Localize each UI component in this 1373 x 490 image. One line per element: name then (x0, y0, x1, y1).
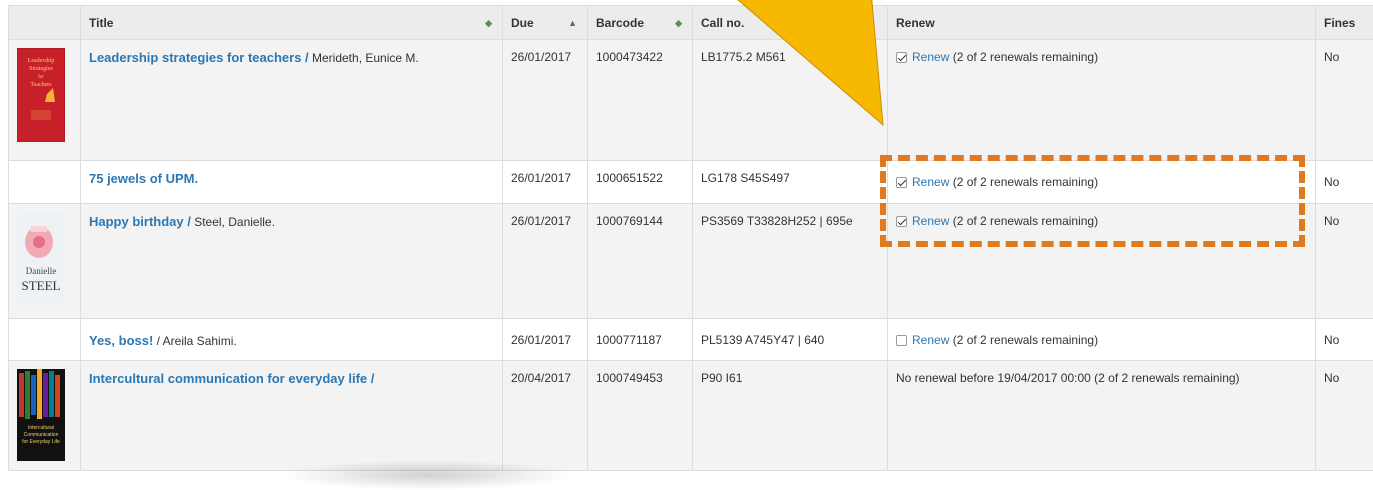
due-cell: 20/04/2017 (503, 361, 588, 471)
title-cell: Happy birthday / Steel, Danielle. (81, 204, 503, 319)
svg-text:Communication: Communication (24, 432, 59, 438)
author-text: Merideth, Eunice M. (312, 51, 419, 65)
due-cell: 26/01/2017 (503, 319, 588, 361)
sort-icon[interactable]: ◆ (485, 18, 492, 29)
barcode-cell: 1000771187 (588, 319, 693, 361)
fines-cell: No (1316, 319, 1373, 361)
barcode-cell: 1000473422 (588, 40, 693, 161)
due-cell: 26/01/2017 (503, 161, 588, 204)
svg-text:Intercultural: Intercultural (28, 425, 54, 431)
renew-checkbox[interactable] (896, 335, 907, 346)
due-cell: 26/01/2017 (503, 40, 588, 161)
svg-text:Teachers: Teachers (30, 82, 52, 88)
title-link[interactable]: Yes, boss! (89, 333, 153, 348)
fines-column-header[interactable]: Fines (1316, 6, 1373, 40)
renew-cell: Renew (2 of 2 renewals remaining) (888, 40, 1316, 161)
svg-text:for: for (38, 75, 44, 80)
book-cover-image[interactable]: Danielle STEEL (17, 212, 65, 304)
callno-cell: P90 I61 (693, 361, 888, 471)
header-row: Title◆ Due▲ Barcode◆ Call no. Renew Fine… (9, 6, 1373, 40)
svg-text:Strategies: Strategies (29, 66, 53, 72)
title-cell: Intercultural communication for everyday… (81, 361, 503, 471)
title-link[interactable]: Leadership strategies for teachers / (89, 50, 309, 65)
fines-cell: No (1316, 40, 1373, 161)
svg-text:for Everyday Life: for Everyday Life (22, 439, 60, 445)
table-row: Leadership Strategies for Teachers Leade… (9, 40, 1373, 161)
book-cover-image[interactable]: Intercultural Communication for Everyday… (17, 369, 65, 461)
due-cell: 26/01/2017 (503, 204, 588, 319)
fines-cell: No (1316, 361, 1373, 471)
author-text: Steel, Danielle. (194, 215, 275, 229)
callout-arrow-icon (695, 0, 895, 130)
barcode-cell: 1000769144 (588, 204, 693, 319)
table-row: Yes, boss! / Areila Sahimi. 26/01/2017 1… (9, 319, 1373, 361)
barcode-column-header[interactable]: Barcode◆ (588, 6, 693, 40)
author-text: / Areila Sahimi. (157, 334, 237, 348)
title-link[interactable]: 75 jewels of UPM. (89, 171, 198, 186)
barcode-cell: 1000651522 (588, 161, 693, 204)
title-link[interactable]: Intercultural communication for everyday… (89, 371, 374, 386)
callno-cell: LG178 S45S497 (693, 161, 888, 204)
title-cell: Leadership strategies for teachers / Mer… (81, 40, 503, 161)
title-cell: Yes, boss! / Areila Sahimi. (81, 319, 503, 361)
svg-text:Leadership: Leadership (28, 58, 55, 64)
book-cover-image[interactable]: Leadership Strategies for Teachers (17, 48, 65, 142)
fines-cell: No (1316, 161, 1373, 204)
cover-cell: Leadership Strategies for Teachers (9, 40, 81, 161)
title-link[interactable]: Happy birthday / (89, 214, 191, 229)
table-row: Intercultural Communication for Everyday… (9, 361, 1373, 471)
renewal-unavailable-note: No renewal before 19/04/2017 00:00 (2 of… (896, 361, 1307, 385)
renew-link[interactable]: Renew (912, 333, 949, 347)
barcode-cell: 1000749453 (588, 361, 693, 471)
renew-cell: Renew (2 of 2 renewals remaining) (888, 319, 1316, 361)
renew-checkbox[interactable] (896, 52, 907, 63)
renewals-remaining: (2 of 2 renewals remaining) (953, 333, 1098, 347)
cover-cell (9, 319, 81, 361)
svg-text:Danielle: Danielle (26, 266, 57, 276)
renewals-remaining: (2 of 2 renewals remaining) (953, 50, 1098, 64)
renew-link[interactable]: Renew (912, 50, 949, 64)
sort-icon[interactable]: ◆ (675, 18, 682, 29)
cover-column-header (9, 6, 81, 40)
cover-cell (9, 161, 81, 204)
renew-highlight-box (880, 155, 1305, 247)
due-column-header[interactable]: Due▲ (503, 6, 588, 40)
renew-column-header[interactable]: Renew (888, 6, 1316, 40)
cover-cell: Intercultural Communication for Everyday… (9, 361, 81, 471)
sort-asc-icon[interactable]: ▲ (568, 18, 577, 28)
cover-cell: Danielle STEEL (9, 204, 81, 319)
callno-cell: PS3569 T33828H252 | 695e (693, 204, 888, 319)
callno-cell: PL5139 A745Y47 | 640 (693, 319, 888, 361)
shadow-decoration (280, 460, 575, 490)
svg-text:STEEL: STEEL (22, 278, 61, 293)
title-cell: 75 jewels of UPM. (81, 161, 503, 204)
renew-cell: No renewal before 19/04/2017 00:00 (2 of… (888, 361, 1316, 471)
fines-cell: No (1316, 204, 1373, 319)
title-column-header[interactable]: Title◆ (81, 6, 503, 40)
